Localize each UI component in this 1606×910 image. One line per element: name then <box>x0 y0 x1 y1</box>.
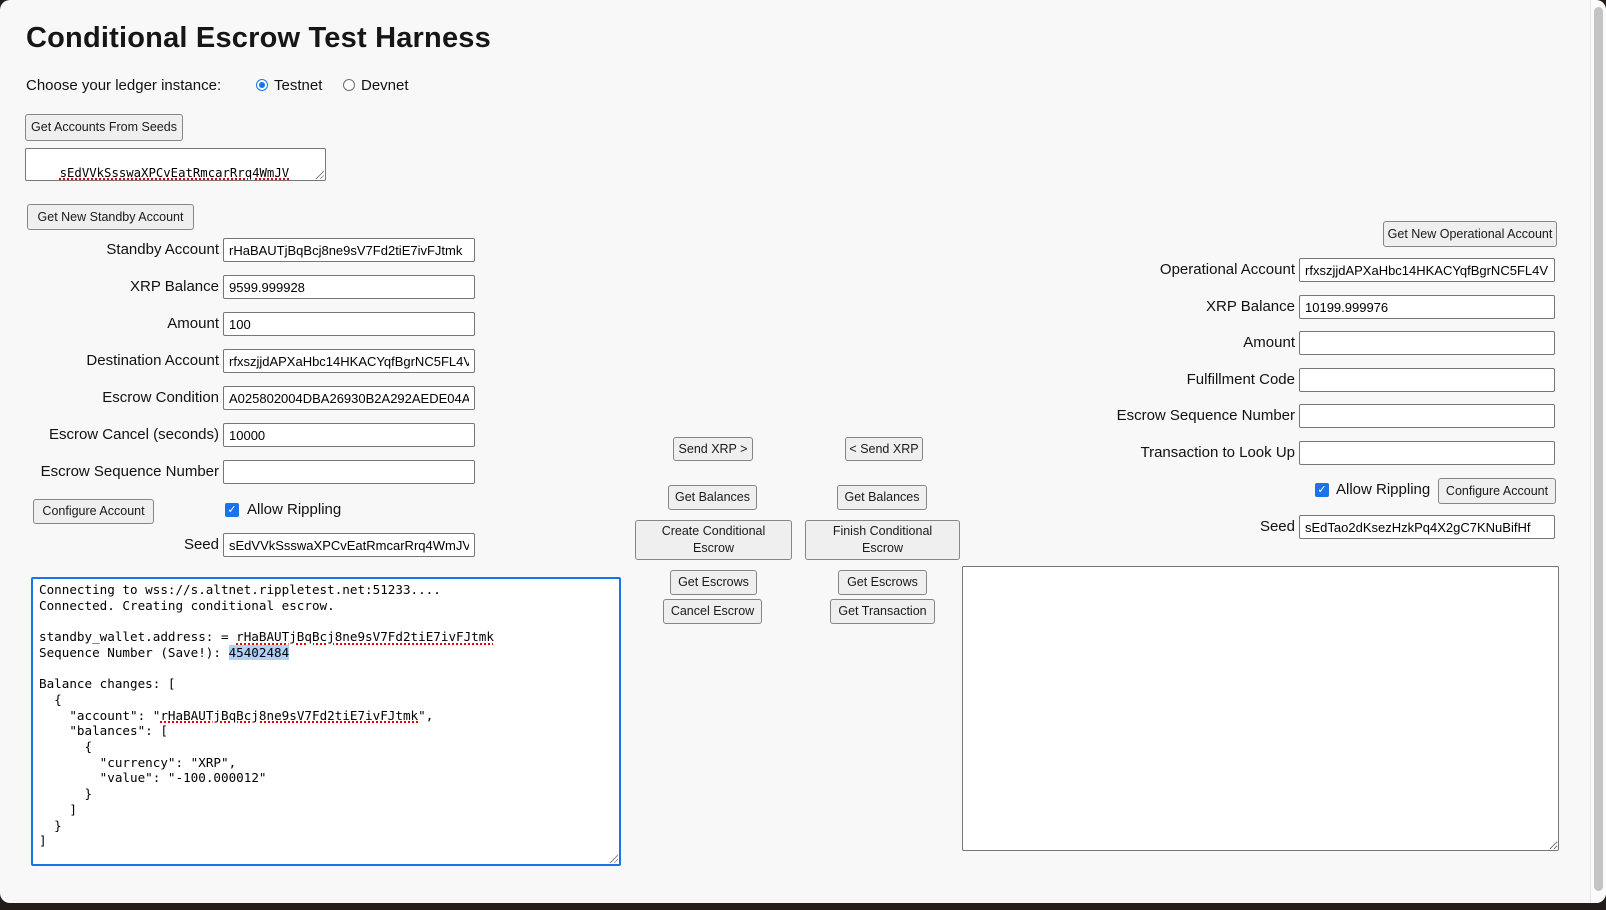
send-xrp-to-standby-button[interactable]: < Send XRP <box>845 437 923 461</box>
standby-escrow-sequence-label: Escrow Sequence Number <box>0 463 219 480</box>
standby-xrp-balance-label: XRP Balance <box>0 278 219 295</box>
operational-get-balances-button[interactable]: Get Balances <box>837 485 927 510</box>
get-accounts-from-seeds-button[interactable]: Get Accounts From Seeds <box>25 114 183 141</box>
operational-seed-input[interactable] <box>1299 515 1555 539</box>
ledger-instance-label: Choose your ledger instance: <box>26 77 221 94</box>
escrow-condition-label: Escrow Condition <box>0 389 219 406</box>
scrollbar[interactable] <box>1590 0 1606 903</box>
check-icon: ✓ <box>1317 485 1326 496</box>
testnet-radio[interactable] <box>256 79 268 91</box>
scrollbar-thumb[interactable] <box>1594 7 1603 891</box>
escrow-cancel-label: Escrow Cancel (seconds) <box>0 426 219 443</box>
operational-account-input[interactable] <box>1299 258 1555 282</box>
seed-line-2: sEdTao2dKsezHzkPq4X2gC7KNuBifHf <box>30 180 260 181</box>
console-account-address: rHaBAUTjBqBcj8ne9sV7Fd2tiE7ivFJtmk <box>160 708 418 723</box>
get-transaction-button[interactable]: Get Transaction <box>830 599 935 624</box>
operational-escrow-sequence-label: Escrow Sequence Number <box>1040 407 1295 424</box>
page-title: Conditional Escrow Test Harness <box>26 22 491 55</box>
operational-get-escrows-button[interactable]: Get Escrows <box>838 570 927 595</box>
standby-allow-rippling-checkbox[interactable]: ✓ <box>225 503 239 517</box>
fulfillment-code-label: Fulfillment Code <box>1040 371 1295 388</box>
finish-conditional-escrow-button[interactable]: Finish Conditional Escrow <box>805 520 960 560</box>
create-conditional-escrow-button[interactable]: Create Conditional Escrow <box>635 520 792 560</box>
operational-configure-account-button[interactable]: Configure Account <box>1438 478 1556 504</box>
send-xrp-to-operational-button[interactable]: Send XRP > <box>673 437 753 461</box>
standby-account-input[interactable] <box>223 238 475 262</box>
get-new-operational-account-button[interactable]: Get New Operational Account <box>1383 221 1557 247</box>
standby-account-label: Standby Account <box>0 241 219 258</box>
operational-result-textarea[interactable] <box>962 566 1559 851</box>
resize-grip[interactable] <box>608 853 618 863</box>
get-new-standby-account-button[interactable]: Get New Standby Account <box>27 204 194 230</box>
standby-get-escrows-button[interactable]: Get Escrows <box>670 570 757 595</box>
operational-account-label: Operational Account <box>1040 261 1295 278</box>
operational-allow-rippling-label: Allow Rippling <box>1336 481 1430 498</box>
destination-account-input[interactable] <box>223 349 475 373</box>
operational-xrp-balance-label: XRP Balance <box>1040 298 1295 315</box>
cancel-escrow-button[interactable]: Cancel Escrow <box>663 599 762 624</box>
standby-seed-label: Seed <box>0 536 219 553</box>
app-window: Conditional Escrow Test Harness Choose y… <box>0 0 1606 903</box>
console-balance-head: Balance changes: [ { "account": " <box>39 676 175 722</box>
standby-get-balances-button[interactable]: Get Balances <box>668 485 757 510</box>
console-sequence-prefix: Sequence Number (Save!): <box>39 645 229 660</box>
standby-escrow-sequence-input[interactable] <box>223 460 475 484</box>
operational-escrow-sequence-input[interactable] <box>1299 404 1555 428</box>
check-icon: ✓ <box>227 505 236 516</box>
escrow-cancel-input[interactable] <box>223 423 475 447</box>
standby-amount-input[interactable] <box>223 312 475 336</box>
console-standby-address: rHaBAUTjBqBcj8ne9sV7Fd2tiE7ivFJtmk <box>236 629 494 644</box>
devnet-radio-label[interactable]: Devnet <box>361 77 409 94</box>
transaction-to-look-up-input[interactable] <box>1299 441 1555 465</box>
operational-xrp-balance-input[interactable] <box>1299 295 1555 319</box>
operational-seed-label: Seed <box>1040 518 1295 535</box>
standby-result-console[interactable]: Connecting to wss://s.altnet.rippletest.… <box>31 577 621 866</box>
testnet-radio-label[interactable]: Testnet <box>274 77 322 94</box>
standby-amount-label: Amount <box>0 315 219 332</box>
operational-amount-input[interactable] <box>1299 331 1555 355</box>
resize-grip[interactable] <box>314 169 324 179</box>
devnet-radio[interactable] <box>343 79 355 91</box>
standby-configure-account-button[interactable]: Configure Account <box>33 499 154 524</box>
destination-account-label: Destination Account <box>0 352 219 369</box>
console-sequence-number: 45402484 <box>229 645 290 660</box>
seed-line-1: sEdVVkSsswaXPCvEatRmcarRrq4WmJV <box>60 166 290 180</box>
transaction-to-look-up-label: Transaction to Look Up <box>1040 444 1295 461</box>
standby-seed-input[interactable] <box>223 533 475 557</box>
console-balance-tail: ", "balances": [ { "currency": "XRP", "v… <box>39 708 433 849</box>
operational-amount-label: Amount <box>1040 334 1295 351</box>
standby-xrp-balance-input[interactable] <box>223 275 475 299</box>
seeds-textarea[interactable]: sEdVVkSsswaXPCvEatRmcarRrq4WmJV sEdTao2d… <box>25 148 326 181</box>
standby-allow-rippling-label: Allow Rippling <box>247 501 341 518</box>
fulfillment-code-input[interactable] <box>1299 368 1555 392</box>
operational-allow-rippling-checkbox[interactable]: ✓ <box>1315 483 1329 497</box>
escrow-condition-input[interactable] <box>223 386 475 410</box>
